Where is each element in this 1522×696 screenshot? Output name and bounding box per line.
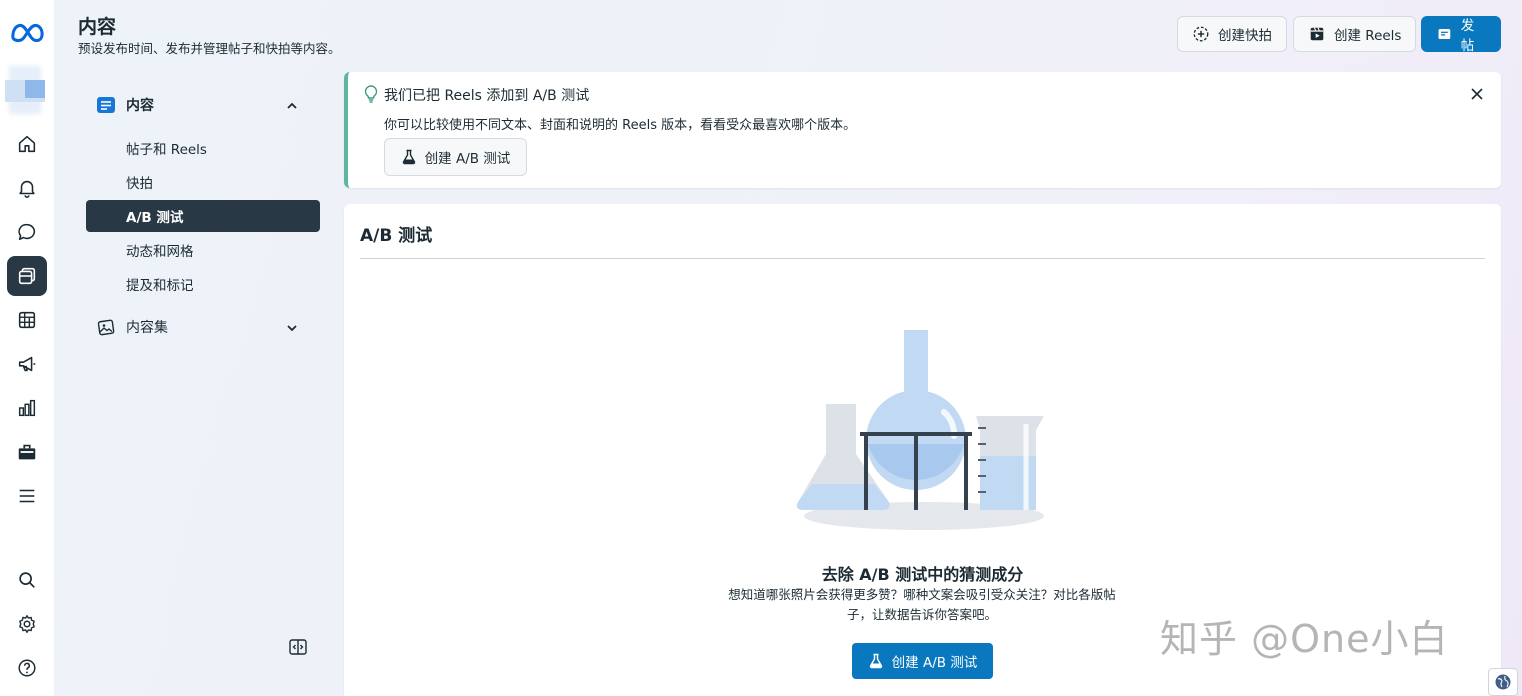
sidebar-item-label: 提及和标记 <box>126 278 194 294</box>
collapse-sidebar-icon[interactable] <box>288 637 308 657</box>
create-ab-test-button[interactable]: 创建 A/B 测试 <box>852 643 993 679</box>
flask-icon <box>402 149 415 165</box>
content-section-icon <box>97 97 115 113</box>
watermark: 知乎 @One小白 <box>1160 617 1449 661</box>
create-story-label: 创建快拍 <box>1218 28 1272 44</box>
gear-icon[interactable] <box>7 604 47 644</box>
menu-icon[interactable] <box>7 476 47 516</box>
collections-icon <box>97 319 115 336</box>
flask-icon <box>869 653 882 669</box>
reels-ab-notice: 我们已把 Reels 添加到 A/B 测试 你可以比较使用不同文本、封面和说明的… <box>344 72 1501 188</box>
insights-icon[interactable] <box>7 388 47 428</box>
lightbulb-icon <box>364 85 378 103</box>
create-story-button[interactable]: 创建快拍 <box>1177 16 1287 52</box>
add-story-icon <box>1193 26 1209 42</box>
panel-title: A/B 测试 <box>360 226 433 246</box>
table-icon[interactable] <box>7 300 47 340</box>
globe-icon[interactable] <box>1488 668 1518 696</box>
megaphone-icon[interactable] <box>7 344 47 384</box>
reels-icon <box>1310 27 1324 41</box>
search-icon[interactable] <box>7 560 47 600</box>
sidebar-item-feed-grid[interactable]: 动态和网格 <box>86 234 320 266</box>
sidebar-item-stories[interactable]: 快拍 <box>86 166 320 198</box>
nav-section-collections[interactable]: 内容集 <box>96 317 168 337</box>
sidebar-item-posts-reels[interactable]: 帖子和 Reels <box>86 132 320 164</box>
page-subtitle: 预设发布时间、发布并管理帖子和快拍等内容。 <box>78 41 341 56</box>
notice-body: 你可以比较使用不同文本、封面和说明的 Reels 版本，看看受众最喜欢哪个版本。 <box>384 118 857 133</box>
post-button[interactable]: 发帖 <box>1421 16 1501 54</box>
nav-section-content-label: 内容 <box>126 98 154 114</box>
sidebar-item-label: A/B 测试 <box>126 210 184 226</box>
close-icon[interactable] <box>1469 86 1485 102</box>
chat-icon[interactable] <box>7 212 47 252</box>
notice-button-label: 创建 A/B 测试 <box>424 151 511 167</box>
briefcase-icon[interactable] <box>7 432 47 472</box>
content-icon[interactable] <box>7 256 47 296</box>
create-ab-test-label: 创建 A/B 测试 <box>891 655 978 671</box>
lab-flasks-illustration <box>796 330 1044 530</box>
account-avatar[interactable] <box>5 66 49 114</box>
sidebar-item-label: 快拍 <box>126 176 153 192</box>
create-reels-label: 创建 Reels <box>1334 28 1402 44</box>
meta-logo[interactable] <box>9 18 45 48</box>
notice-title: 我们已把 Reels 添加到 A/B 测试 <box>384 88 590 104</box>
home-icon[interactable] <box>7 124 47 164</box>
panel-divider <box>360 258 1485 259</box>
bell-icon[interactable] <box>7 168 47 208</box>
post-label: 发帖 <box>1460 18 1475 54</box>
post-icon <box>1438 28 1451 40</box>
sidebar-item-ab-test[interactable]: A/B 测试 <box>86 200 320 232</box>
create-reels-button[interactable]: 创建 Reels <box>1293 16 1417 52</box>
empty-state-description: 想知道哪张照片会获得更多赞？哪种文案会吸引受众关注？对比各版帖子，让数据告诉你答… <box>728 587 1116 622</box>
notice-create-ab-test-button[interactable]: 创建 A/B 测试 <box>384 138 527 176</box>
chevron-down-icon[interactable] <box>285 321 299 335</box>
nav-section-collections-label: 内容集 <box>126 320 168 336</box>
sidebar-item-label: 动态和网格 <box>126 244 194 260</box>
meta-logo-icon <box>11 23 44 43</box>
page-title: 内容 <box>78 16 117 38</box>
left-rail <box>0 0 54 696</box>
sidebar-item-label: 帖子和 Reels <box>126 142 207 158</box>
empty-state-title: 去除 A/B 测试中的猜测成分 <box>821 565 1024 584</box>
sidebar-item-mentions-tags[interactable]: 提及和标记 <box>86 268 320 300</box>
nav-section-content[interactable]: 内容 <box>96 95 154 115</box>
help-icon[interactable] <box>7 648 47 688</box>
chevron-up-icon[interactable] <box>285 99 299 113</box>
